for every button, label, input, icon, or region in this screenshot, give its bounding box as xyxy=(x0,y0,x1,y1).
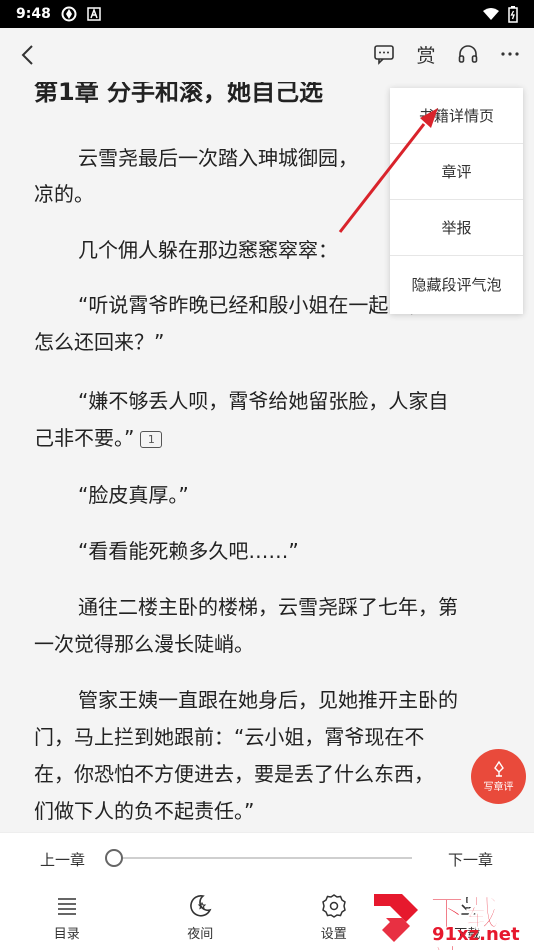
next-chapter-button[interactable]: 下一章 xyxy=(448,849,493,870)
download-icon xyxy=(458,896,477,915)
paragraph-comment-bubble[interactable]: 1 xyxy=(140,431,163,448)
nav-item-label: 目录 xyxy=(53,926,80,942)
status-time: 9:48 xyxy=(16,6,51,22)
a-notification-icon xyxy=(87,7,101,21)
progress-slider-knob[interactable] xyxy=(105,849,123,867)
nav-item-settings[interactable]: 设置 xyxy=(267,884,401,950)
chapter-progress: 上一章 下一章 xyxy=(0,832,534,884)
more-button[interactable] xyxy=(496,40,524,68)
paragraph: “脸皮真厚。” xyxy=(78,483,189,507)
paragraph: 们做下人的负不起责任。” xyxy=(34,799,255,823)
reward-button[interactable]: 赏 xyxy=(412,40,440,68)
reward-icon: 赏 xyxy=(416,44,436,67)
nav-item-download[interactable]: 下载 xyxy=(401,884,534,950)
more-icon xyxy=(501,52,519,56)
nav-item-night[interactable]: 夜间 xyxy=(134,884,268,950)
listen-button[interactable] xyxy=(454,40,482,68)
menu-item-chapter-comments[interactable]: 章评 xyxy=(390,144,523,200)
menu-item-book-details[interactable]: 书籍详情页 xyxy=(390,88,523,144)
nav-item-label: 下载 xyxy=(454,926,481,942)
paragraph: 一次觉得那么漫长陡峭。 xyxy=(34,632,254,656)
nav-item-toc[interactable]: 目录 xyxy=(0,884,134,950)
wifi-icon xyxy=(483,8,499,20)
status-bar: 9:48 xyxy=(0,0,534,28)
prev-chapter-button[interactable]: 上一章 xyxy=(40,849,85,870)
paragraph: 在，你恐怕不方便进去，要是丢了什么东西， xyxy=(34,762,434,786)
comments-button[interactable] xyxy=(370,40,398,68)
nav-item-label: 夜间 xyxy=(187,926,214,942)
progress-slider-track[interactable] xyxy=(114,857,412,859)
chevron-left-icon xyxy=(21,45,33,65)
paragraph: “看看能死赖多久吧……” xyxy=(78,539,299,563)
list-icon xyxy=(57,897,76,915)
paragraph: 通往二楼主卧的楼梯，云雪尧踩了七年，第 xyxy=(78,595,458,619)
paragraph: 门，马上拦到她跟前：“云小姐，霄爷现在不 xyxy=(34,725,425,749)
reader-top-bar: 赏 xyxy=(0,28,534,82)
app-notification-icon xyxy=(61,6,77,22)
write-chapter-comment-label: 写章评 xyxy=(483,782,514,793)
write-chapter-comment-button[interactable]: 写章评 xyxy=(471,749,526,804)
gear-icon xyxy=(321,893,346,918)
paragraph: 怎么还回来？” xyxy=(34,330,165,354)
nav-item-label: 设置 xyxy=(320,926,347,942)
menu-item-hide-paragraph-bubbles[interactable]: 隐藏段评气泡 xyxy=(390,256,523,312)
paragraph-with-comment: 己非不要。” 1 xyxy=(34,420,504,457)
paragraph-text: 己非不要。” xyxy=(34,426,135,450)
paragraph: 管家王姨一直跟在她身后，见她推开主卧的 xyxy=(78,688,458,712)
chapter-title: 第1章 分手和滚，她自己选 xyxy=(34,82,324,106)
battery-icon xyxy=(508,5,518,23)
back-button[interactable] xyxy=(16,42,42,68)
moon-icon xyxy=(190,894,212,917)
comment-icon xyxy=(374,45,394,65)
more-menu: 书籍详情页 章评 举报 隐藏段评气泡 xyxy=(390,88,523,314)
headphones-icon xyxy=(458,45,478,63)
bottom-nav: 目录 夜间 设置 下载 xyxy=(0,884,534,950)
paragraph: “嫌不够丢人呗，霄爷给她留张脸，人家自 xyxy=(78,389,449,413)
menu-item-report[interactable]: 举报 xyxy=(390,200,523,256)
pen-icon xyxy=(493,760,504,777)
